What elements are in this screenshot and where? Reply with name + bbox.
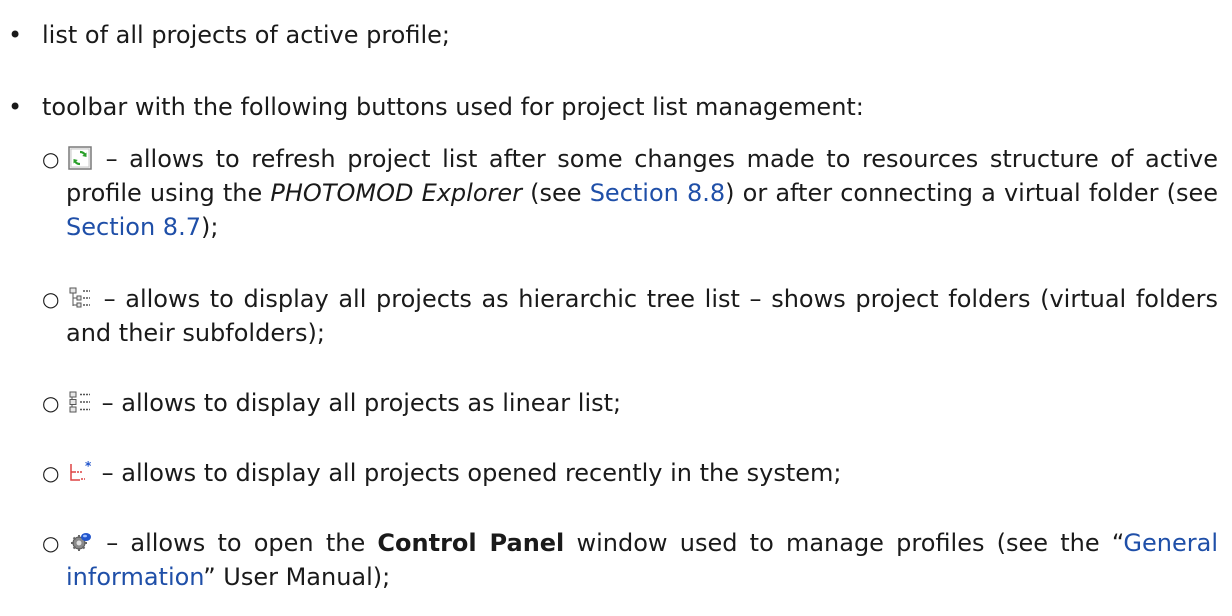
bullet-marker: • bbox=[8, 93, 23, 121]
linear-list-icon bbox=[68, 390, 92, 414]
sub-bullet-marker: ○ bbox=[42, 287, 60, 311]
tree-list-icon bbox=[68, 286, 92, 310]
svg-text:*: * bbox=[85, 460, 92, 473]
refresh-desc-mid1: (see bbox=[522, 179, 590, 207]
control-panel-desc-post: ” User Manual); bbox=[203, 563, 391, 591]
bullet-marker: • bbox=[8, 21, 23, 49]
tree-list-desc: – allows to display all projects as hier… bbox=[66, 285, 1218, 347]
control-panel-desc-pre: – allows to open the bbox=[94, 529, 378, 557]
sub-item-body: – allows to open the Control Panel windo… bbox=[66, 526, 1218, 594]
section-8-7-link[interactable]: Section 8.7 bbox=[66, 213, 201, 241]
photomod-explorer-name: PHOTOMOD Explorer bbox=[270, 179, 523, 207]
sub-item-body: – allows to refresh project list after s… bbox=[66, 142, 1218, 244]
control-panel-desc-mid: window used to manage profiles (see the … bbox=[564, 529, 1124, 557]
sub-bullet-marker: ○ bbox=[42, 391, 60, 415]
refresh-desc-mid2: ) or after connecting a virtual folder (… bbox=[725, 179, 1219, 207]
sub-bullet-marker: ○ bbox=[42, 531, 60, 555]
document-page: • list of all projects of active profile… bbox=[0, 0, 1232, 616]
sub-item-body: – allows to display all projects as line… bbox=[66, 386, 1218, 420]
linear-list-desc: – allows to display all projects as line… bbox=[94, 389, 622, 417]
recent-projects-desc: – allows to display all projects opened … bbox=[94, 459, 842, 487]
bullet-text: list of all projects of active profile; bbox=[42, 21, 450, 49]
sub-item-body: * – allows to display all projects opene… bbox=[66, 456, 1218, 490]
refresh-icon bbox=[68, 146, 92, 170]
control-panel-icon bbox=[68, 530, 92, 554]
section-8-8-link[interactable]: Section 8.8 bbox=[590, 179, 725, 207]
sub-item-body: – allows to display all projects as hier… bbox=[66, 282, 1218, 350]
sub-bullet-marker: ○ bbox=[42, 461, 60, 485]
control-panel-name: Control Panel bbox=[377, 529, 565, 557]
bullet-text: toolbar with the following buttons used … bbox=[42, 93, 864, 121]
recent-projects-icon: * bbox=[68, 460, 92, 484]
sub-bullet-marker: ○ bbox=[42, 147, 60, 171]
refresh-desc-post: ); bbox=[200, 213, 219, 241]
